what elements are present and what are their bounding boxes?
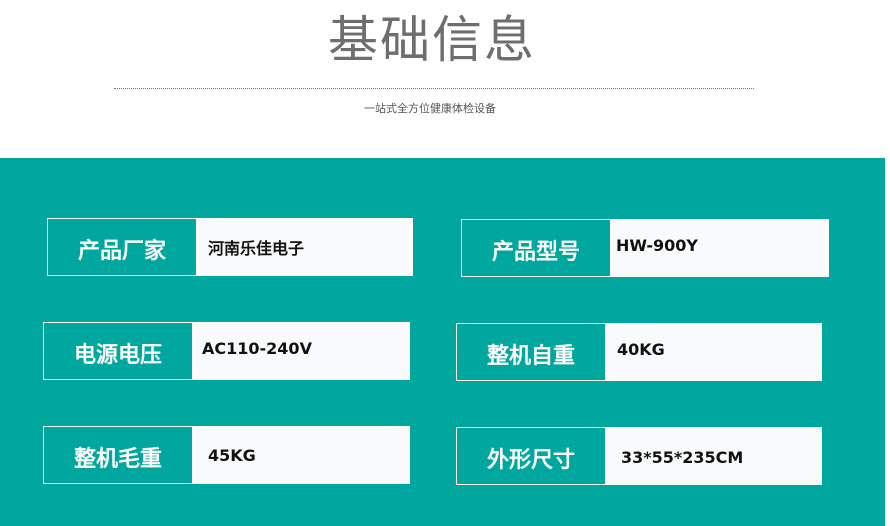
field-label: 产品厂家 bbox=[48, 219, 198, 275]
field-label: 整机毛重 bbox=[44, 427, 194, 483]
info-row-net-weight: 整机自重 40KG bbox=[456, 323, 822, 381]
field-label: 电源电压 bbox=[44, 323, 194, 379]
info-row-voltage: 电源电压 AC110-240V bbox=[43, 322, 410, 380]
info-row-gross-weight: 整机毛重 45KG bbox=[43, 426, 410, 484]
field-label: 整机自重 bbox=[457, 324, 607, 380]
field-value: 33*55*235CM bbox=[607, 428, 821, 484]
field-value: 40KG bbox=[607, 324, 821, 380]
field-label: 产品型号 bbox=[462, 220, 612, 276]
field-value: 河南乐佳电子 bbox=[198, 219, 412, 275]
field-value: AC110-240V bbox=[194, 323, 409, 379]
info-row-dimensions: 外形尺寸 33*55*235CM bbox=[456, 427, 822, 485]
header-section: 基础信息 一站式全方位健康体检设备 bbox=[0, 0, 890, 158]
field-value: HW-900Y bbox=[612, 220, 828, 276]
page-title: 基础信息 bbox=[328, 11, 536, 69]
info-row-model: 产品型号 HW-900Y bbox=[461, 219, 829, 277]
field-label: 外形尺寸 bbox=[457, 428, 607, 484]
right-margin-strip bbox=[885, 158, 890, 526]
title-divider bbox=[114, 88, 754, 89]
field-value: 45KG bbox=[194, 427, 409, 483]
info-row-manufacturer: 产品厂家 河南乐佳电子 bbox=[47, 218, 413, 276]
page-subtitle: 一站式全方位健康体检设备 bbox=[364, 102, 496, 115]
